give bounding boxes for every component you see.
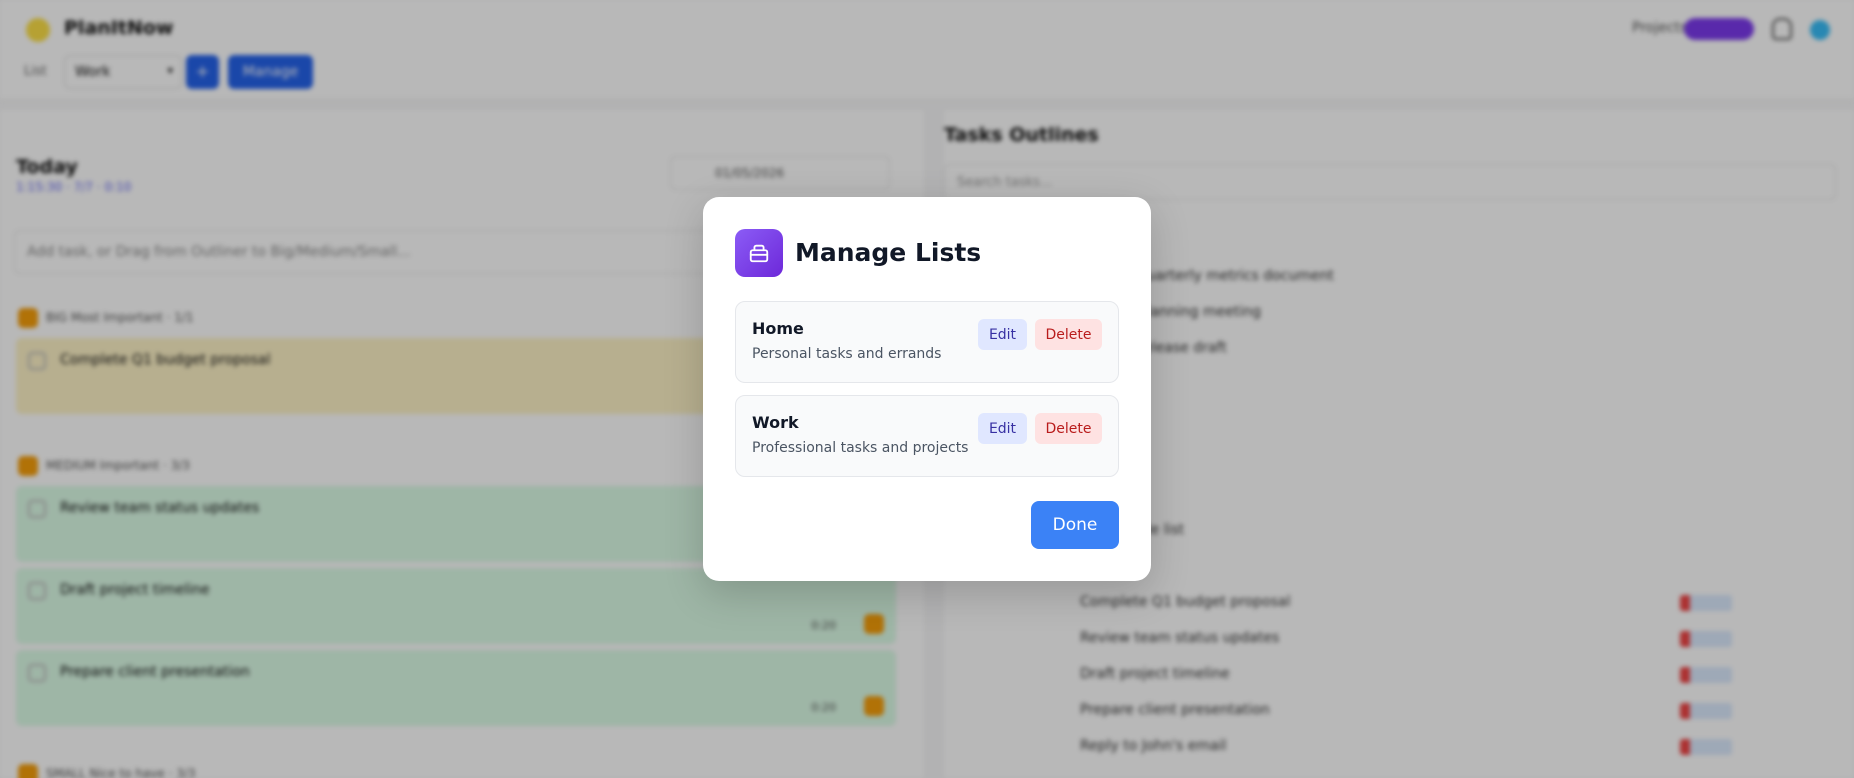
edit-work-button[interactable]: Edit <box>978 413 1027 444</box>
list-description: Professional tasks and projects <box>752 440 969 456</box>
list-name: Home <box>752 319 804 338</box>
list-description: Personal tasks and errands <box>752 346 942 362</box>
delete-home-button[interactable]: Delete <box>1035 319 1102 350</box>
list-name: Work <box>752 413 799 432</box>
list-card-home: Home Personal tasks and errands Edit Del… <box>735 301 1119 383</box>
manage-lists-modal: Manage Lists Home Personal tasks and err… <box>703 197 1151 581</box>
modal-title: Manage Lists <box>795 238 982 267</box>
done-button[interactable]: Done <box>1031 501 1119 549</box>
edit-home-button[interactable]: Edit <box>978 319 1027 350</box>
list-box-icon <box>735 229 783 277</box>
list-card-work: Work Professional tasks and projects Edi… <box>735 395 1119 477</box>
delete-work-button[interactable]: Delete <box>1035 413 1102 444</box>
